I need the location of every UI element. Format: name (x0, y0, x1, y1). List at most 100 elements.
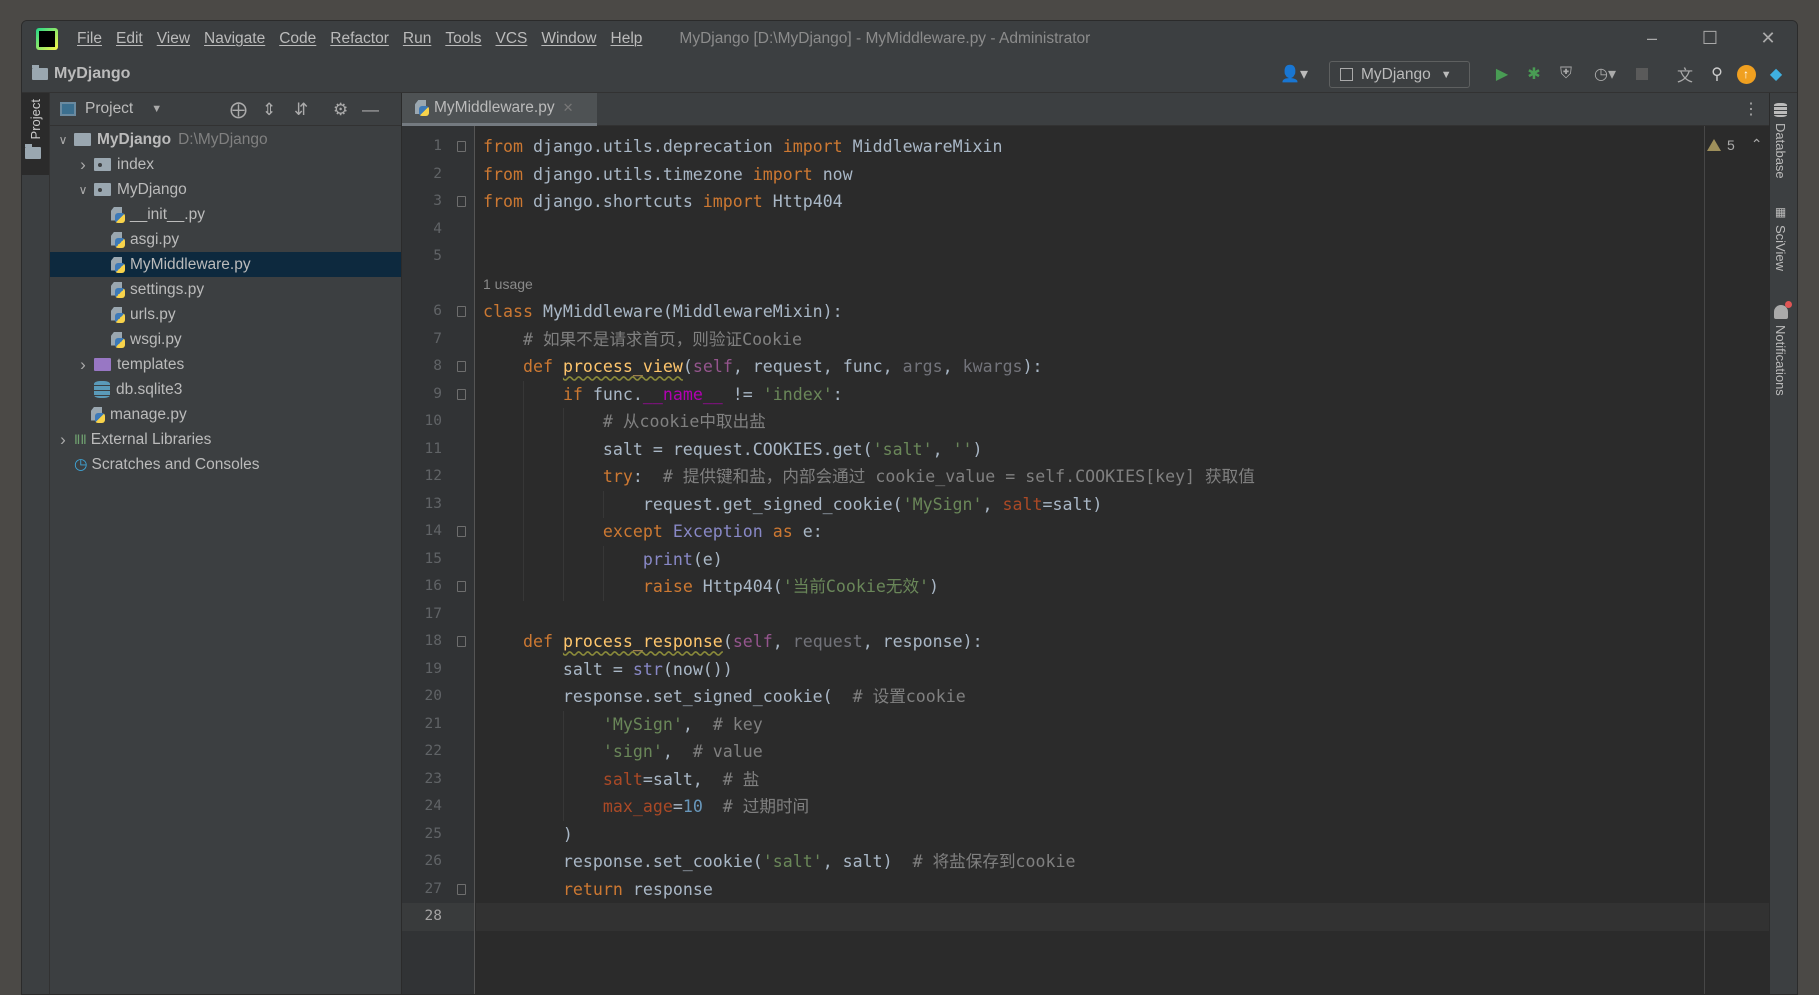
code-line[interactable]: 'MySign', # key (483, 711, 763, 739)
code-line[interactable]: class MyMiddleware(MiddlewareMixin): (483, 298, 843, 326)
coverage-icon[interactable]: ⛨ (1556, 63, 1576, 85)
tree-item[interactable]: wsgi.py (50, 327, 401, 352)
fold-marker-icon[interactable] (457, 581, 466, 593)
code-line[interactable]: if func.__name__ != 'index': (483, 381, 843, 409)
tree-item[interactable]: › templates (50, 352, 401, 377)
tree-item[interactable]: › index (50, 152, 401, 177)
code-line[interactable]: def process_view(self, request, func, ar… (483, 353, 1043, 381)
profile-icon[interactable]: ◷▾ (1588, 63, 1622, 85)
close-tab-icon[interactable]: ✕ (563, 100, 574, 116)
code-line[interactable]: return response (483, 876, 713, 904)
menu-tools[interactable]: Tools (438, 30, 488, 48)
fold-marker-icon[interactable] (457, 883, 466, 895)
tree-item[interactable]: __init__.py (50, 202, 401, 227)
previous-highlight-icon[interactable]: ⌃ (1751, 136, 1763, 153)
more-options-icon[interactable]: ⋮ (1743, 99, 1759, 119)
debug-icon[interactable]: ✱ (1524, 63, 1544, 85)
tree-item[interactable]: › ⅡⅡ External Libraries (50, 427, 401, 452)
code-line[interactable]: raise Http404('当前Cookie无效') (483, 573, 939, 601)
collapse-all-icon[interactable]: ⇵ (294, 100, 308, 120)
menu-file[interactable]: File (70, 30, 109, 48)
tree-item[interactable]: ∨ MyDjango (50, 177, 401, 202)
search-icon[interactable]: ⚲ (1706, 63, 1728, 85)
menu-window[interactable]: Window (534, 30, 603, 48)
chevron-down-icon[interactable]: ▼ (151, 103, 162, 115)
project-tool-tab[interactable]: Project (22, 93, 49, 175)
plugin-icon[interactable]: ◆ (1766, 63, 1786, 85)
menu-navigate[interactable]: Navigate (197, 30, 272, 48)
tree-item[interactable]: MyMiddleware.py (50, 252, 401, 277)
code-line[interactable]: request.get_signed_cookie('MySign', salt… (483, 491, 1103, 519)
menu-code[interactable]: Code (272, 30, 323, 48)
code-line[interactable]: def process_response(self, request, resp… (483, 628, 983, 656)
menu-refactor[interactable]: Refactor (323, 30, 396, 48)
menu-run[interactable]: Run (396, 30, 438, 48)
code-line[interactable]: except Exception as e: (483, 518, 823, 546)
expand-all-icon[interactable]: ⇕ (262, 100, 276, 120)
code-line[interactable]: salt=salt, # 盐 (483, 766, 759, 794)
usage-hint[interactable]: 1 usage (483, 271, 533, 299)
chevron-down-icon[interactable]: ∨ (56, 133, 70, 147)
fold-marker-icon[interactable] (457, 196, 466, 208)
code-line[interactable]: response.set_signed_cookie( # 设置cookie (483, 683, 966, 711)
menu-vcs[interactable]: VCS (489, 30, 535, 48)
code-line[interactable]: 'sign', # value (483, 738, 763, 766)
sciview-tool-tab[interactable]: ▦ SciView (1773, 205, 1788, 271)
maximize-button[interactable]: ☐ (1681, 21, 1739, 56)
code-line[interactable]: from django.utils.timezone import now (483, 161, 853, 189)
run-icon[interactable]: ▶ (1492, 63, 1512, 85)
gear-icon[interactable]: ⚙ (333, 100, 348, 120)
code-line[interactable]: ) (483, 821, 573, 849)
tab-mymiddleware[interactable]: MyMiddleware.py ✕ (402, 93, 597, 126)
python-file-icon (110, 306, 126, 324)
translate-icon[interactable]: 文 (1674, 63, 1696, 85)
fold-marker-icon[interactable] (457, 141, 466, 153)
tree-item[interactable]: settings.py (50, 277, 401, 302)
tree-item[interactable]: urls.py (50, 302, 401, 327)
code-line[interactable]: salt = request.COOKIES.get('salt', '') (483, 436, 983, 464)
database-tool-tab[interactable]: Database (1773, 103, 1788, 179)
code-line[interactable]: try: # 提供键和盐，内部会通过 cookie_value = self.C… (483, 463, 1255, 491)
fold-marker-icon[interactable] (457, 306, 466, 318)
fold-marker-icon[interactable] (457, 388, 466, 400)
code-line[interactable]: from django.utils.deprecation import Mid… (483, 133, 1003, 161)
menu-edit[interactable]: Edit (109, 30, 150, 48)
code-editor[interactable]: 1 2 3 4 5 6 7 8 9 10 11 12 13 14 15 16 17 18 19 20 21 22 23 24 2… (402, 126, 1797, 994)
update-icon[interactable]: ↑ (1736, 63, 1756, 85)
fold-marker-icon[interactable] (457, 636, 466, 648)
chevron-down-icon[interactable]: ∨ (76, 183, 90, 197)
code-line[interactable]: response.set_cookie('salt', salt) # 将盐保存… (483, 848, 1076, 876)
run-configuration-select[interactable]: MyDjango ▼ (1329, 61, 1470, 88)
tree-item[interactable]: ∨ MyDjango D:\MyDjango (50, 127, 401, 152)
code-token: import (782, 137, 843, 157)
close-window-button[interactable]: ✕ (1739, 21, 1797, 56)
minimize-button[interactable]: – (1623, 21, 1681, 56)
breadcrumb[interactable]: MyDjango (32, 65, 130, 83)
code-line[interactable]: # 从cookie中取出盐 (483, 408, 766, 436)
stop-icon[interactable] (1634, 63, 1650, 85)
chevron-right-icon[interactable]: › (76, 355, 90, 375)
notifications-tool-tab[interactable]: Notifications (1773, 301, 1792, 396)
tree-item[interactable]: ◷ Scratches and Consoles (50, 452, 401, 477)
code-line[interactable]: from django.shortcuts import Http404 (483, 188, 843, 216)
tree-item[interactable]: asgi.py (50, 227, 401, 252)
locate-icon[interactable]: ⨁ (230, 100, 247, 120)
menu-help[interactable]: Help (604, 30, 650, 48)
tree-item[interactable]: db.sqlite3 (50, 377, 401, 402)
navigation-bar: MyDjango 👤▾ MyDjango ▼ ▶ ✱ ⛨ ◷▾ 文 ⚲ ↑ ◆ (22, 56, 1797, 93)
chevron-right-icon[interactable]: › (56, 430, 70, 450)
fold-marker-icon[interactable] (457, 361, 466, 373)
user-icon[interactable]: 👤▾ (1277, 63, 1311, 85)
project-view-select[interactable]: Project (85, 100, 133, 118)
fold-marker-icon[interactable] (457, 526, 466, 538)
menu-view[interactable]: View (150, 30, 197, 48)
tree-item[interactable]: manage.py (50, 402, 401, 427)
code-line[interactable]: # 如果不是请求首页，则验证Cookie (483, 326, 802, 354)
code-line[interactable]: salt = str(now()) (483, 656, 733, 684)
code-line[interactable]: max_age=10 # 过期时间 (483, 793, 809, 821)
hide-icon[interactable]: — (362, 100, 379, 120)
chevron-right-icon[interactable]: › (76, 155, 90, 175)
